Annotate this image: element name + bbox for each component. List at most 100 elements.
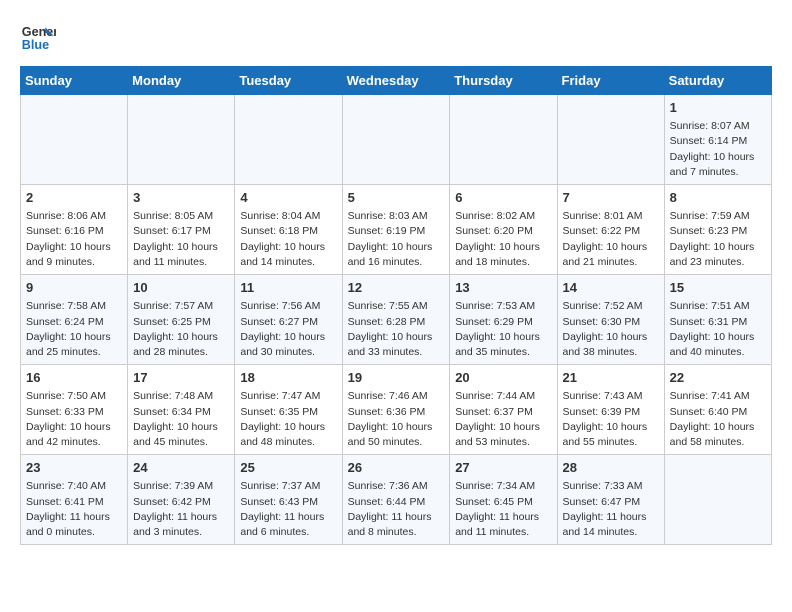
day-number: 2 <box>26 189 122 207</box>
day-cell: 6 Sunrise: 8:02 AMSunset: 6:20 PMDaylight… <box>450 185 557 275</box>
day-info: Sunrise: 7:43 AMSunset: 6:39 PMDaylight:… <box>563 389 659 450</box>
weekday-header-sunday: Sunday <box>21 67 128 95</box>
day-cell: 22 Sunrise: 7:41 AMSunset: 6:40 PMDayligh… <box>664 365 771 455</box>
day-number: 19 <box>348 369 445 387</box>
day-info: Sunrise: 7:50 AMSunset: 6:33 PMDaylight:… <box>26 389 122 450</box>
day-cell: 1 Sunrise: 8:07 AMSunset: 6:14 PMDaylight… <box>664 95 771 185</box>
week-row-1: 1 Sunrise: 8:07 AMSunset: 6:14 PMDaylight… <box>21 95 772 185</box>
weekday-header-saturday: Saturday <box>664 67 771 95</box>
day-cell: 4Sunrise: 8:04 AMSunset: 6:18 PMDaylight… <box>235 185 342 275</box>
day-cell: 3Sunrise: 8:05 AMSunset: 6:17 PMDaylight… <box>128 185 235 275</box>
day-info: Sunrise: 7:34 AMSunset: 6:45 PMDaylight:… <box>455 479 551 540</box>
day-number: 3 <box>133 189 229 207</box>
day-cell <box>128 95 235 185</box>
day-info: Sunrise: 7:36 AMSunset: 6:44 PMDaylight:… <box>348 479 445 540</box>
logo: General Blue <box>20 20 60 56</box>
day-info: Sunrise: 7:40 AMSunset: 6:41 PMDaylight:… <box>26 479 122 540</box>
header: General Blue <box>20 20 772 56</box>
day-number: 11 <box>240 279 336 297</box>
weekday-header-row: SundayMondayTuesdayWednesdayThursdayFrid… <box>21 67 772 95</box>
day-cell: 15 Sunrise: 7:51 AMSunset: 6:31 PMDayligh… <box>664 275 771 365</box>
day-cell <box>664 455 771 545</box>
day-number: 16 <box>26 369 122 387</box>
day-info: Sunrise: 7:58 AMSunset: 6:24 PMDaylight:… <box>26 299 122 360</box>
week-row-4: 16 Sunrise: 7:50 AMSunset: 6:33 PMDayligh… <box>21 365 772 455</box>
day-info: Sunrise: 7:57 AMSunset: 6:25 PMDaylight:… <box>133 299 229 360</box>
weekday-header-tuesday: Tuesday <box>235 67 342 95</box>
day-number: 27 <box>455 459 551 477</box>
day-cell <box>342 95 450 185</box>
day-cell <box>21 95 128 185</box>
calendar: SundayMondayTuesdayWednesdayThursdayFrid… <box>20 66 772 545</box>
day-cell: 14 Sunrise: 7:52 AMSunset: 6:30 PMDayligh… <box>557 275 664 365</box>
logo-icon: General Blue <box>20 20 56 56</box>
day-number: 20 <box>455 369 551 387</box>
day-number: 1 <box>670 99 766 117</box>
day-cell: 7 Sunrise: 8:01 AMSunset: 6:22 PMDaylight… <box>557 185 664 275</box>
day-cell <box>235 95 342 185</box>
svg-text:Blue: Blue <box>22 38 49 52</box>
day-cell <box>557 95 664 185</box>
day-cell: 25 Sunrise: 7:37 AMSunset: 6:43 PMDayligh… <box>235 455 342 545</box>
weekday-header-friday: Friday <box>557 67 664 95</box>
day-info: Sunrise: 7:52 AMSunset: 6:30 PMDaylight:… <box>563 299 659 360</box>
day-cell: 8 Sunrise: 7:59 AMSunset: 6:23 PMDaylight… <box>664 185 771 275</box>
day-info: Sunrise: 7:39 AMSunset: 6:42 PMDaylight:… <box>133 479 229 540</box>
day-cell: 5 Sunrise: 8:03 AMSunset: 6:19 PMDaylight… <box>342 185 450 275</box>
day-number: 17 <box>133 369 229 387</box>
day-number: 12 <box>348 279 445 297</box>
day-cell: 24 Sunrise: 7:39 AMSunset: 6:42 PMDayligh… <box>128 455 235 545</box>
day-info: Sunrise: 7:37 AMSunset: 6:43 PMDaylight:… <box>240 479 336 540</box>
day-number: 9 <box>26 279 122 297</box>
day-info: Sunrise: 7:53 AMSunset: 6:29 PMDaylight:… <box>455 299 551 360</box>
day-cell: 10 Sunrise: 7:57 AMSunset: 6:25 PMDayligh… <box>128 275 235 365</box>
day-cell: 17Sunrise: 7:48 AMSunset: 6:34 PMDayligh… <box>128 365 235 455</box>
day-cell: 18 Sunrise: 7:47 AMSunset: 6:35 PMDayligh… <box>235 365 342 455</box>
day-number: 8 <box>670 189 766 207</box>
day-cell: 16 Sunrise: 7:50 AMSunset: 6:33 PMDayligh… <box>21 365 128 455</box>
day-cell: 13 Sunrise: 7:53 AMSunset: 6:29 PMDayligh… <box>450 275 557 365</box>
day-cell: 23 Sunrise: 7:40 AMSunset: 6:41 PMDayligh… <box>21 455 128 545</box>
day-info: Sunrise: 8:02 AMSunset: 6:20 PMDaylight:… <box>455 209 551 270</box>
day-cell: 19Sunrise: 7:46 AMSunset: 6:36 PMDayligh… <box>342 365 450 455</box>
day-info: Sunrise: 7:55 AMSunset: 6:28 PMDaylight:… <box>348 299 445 360</box>
day-number: 23 <box>26 459 122 477</box>
day-number: 6 <box>455 189 551 207</box>
day-info: Sunrise: 7:44 AMSunset: 6:37 PMDaylight:… <box>455 389 551 450</box>
week-row-2: 2 Sunrise: 8:06 AMSunset: 6:16 PMDaylight… <box>21 185 772 275</box>
day-info: Sunrise: 7:47 AMSunset: 6:35 PMDaylight:… <box>240 389 336 450</box>
day-info: Sunrise: 8:06 AMSunset: 6:16 PMDaylight:… <box>26 209 122 270</box>
day-number: 15 <box>670 279 766 297</box>
day-number: 25 <box>240 459 336 477</box>
day-cell: 27 Sunrise: 7:34 AMSunset: 6:45 PMDayligh… <box>450 455 557 545</box>
day-cell: 28Sunrise: 7:33 AMSunset: 6:47 PMDayligh… <box>557 455 664 545</box>
day-number: 24 <box>133 459 229 477</box>
week-row-3: 9 Sunrise: 7:58 AMSunset: 6:24 PMDaylight… <box>21 275 772 365</box>
day-number: 18 <box>240 369 336 387</box>
day-cell: 2 Sunrise: 8:06 AMSunset: 6:16 PMDaylight… <box>21 185 128 275</box>
day-cell: 20 Sunrise: 7:44 AMSunset: 6:37 PMDayligh… <box>450 365 557 455</box>
day-number: 4 <box>240 189 336 207</box>
day-number: 26 <box>348 459 445 477</box>
day-number: 5 <box>348 189 445 207</box>
day-number: 22 <box>670 369 766 387</box>
day-cell: 26 Sunrise: 7:36 AMSunset: 6:44 PMDayligh… <box>342 455 450 545</box>
weekday-header-monday: Monday <box>128 67 235 95</box>
weekday-header-wednesday: Wednesday <box>342 67 450 95</box>
day-cell: 12 Sunrise: 7:55 AMSunset: 6:28 PMDayligh… <box>342 275 450 365</box>
day-number: 7 <box>563 189 659 207</box>
day-info: Sunrise: 8:01 AMSunset: 6:22 PMDaylight:… <box>563 209 659 270</box>
day-info: Sunrise: 7:41 AMSunset: 6:40 PMDaylight:… <box>670 389 766 450</box>
day-number: 13 <box>455 279 551 297</box>
day-info: Sunrise: 7:59 AMSunset: 6:23 PMDaylight:… <box>670 209 766 270</box>
week-row-5: 23 Sunrise: 7:40 AMSunset: 6:41 PMDayligh… <box>21 455 772 545</box>
weekday-header-thursday: Thursday <box>450 67 557 95</box>
day-info: Sunrise: 8:03 AMSunset: 6:19 PMDaylight:… <box>348 209 445 270</box>
day-number: 10 <box>133 279 229 297</box>
day-cell <box>450 95 557 185</box>
day-cell: 9 Sunrise: 7:58 AMSunset: 6:24 PMDaylight… <box>21 275 128 365</box>
day-info: Sunrise: 8:07 AMSunset: 6:14 PMDaylight:… <box>670 119 766 180</box>
day-number: 14 <box>563 279 659 297</box>
day-cell: 11Sunrise: 7:56 AMSunset: 6:27 PMDayligh… <box>235 275 342 365</box>
day-info: Sunrise: 7:51 AMSunset: 6:31 PMDaylight:… <box>670 299 766 360</box>
